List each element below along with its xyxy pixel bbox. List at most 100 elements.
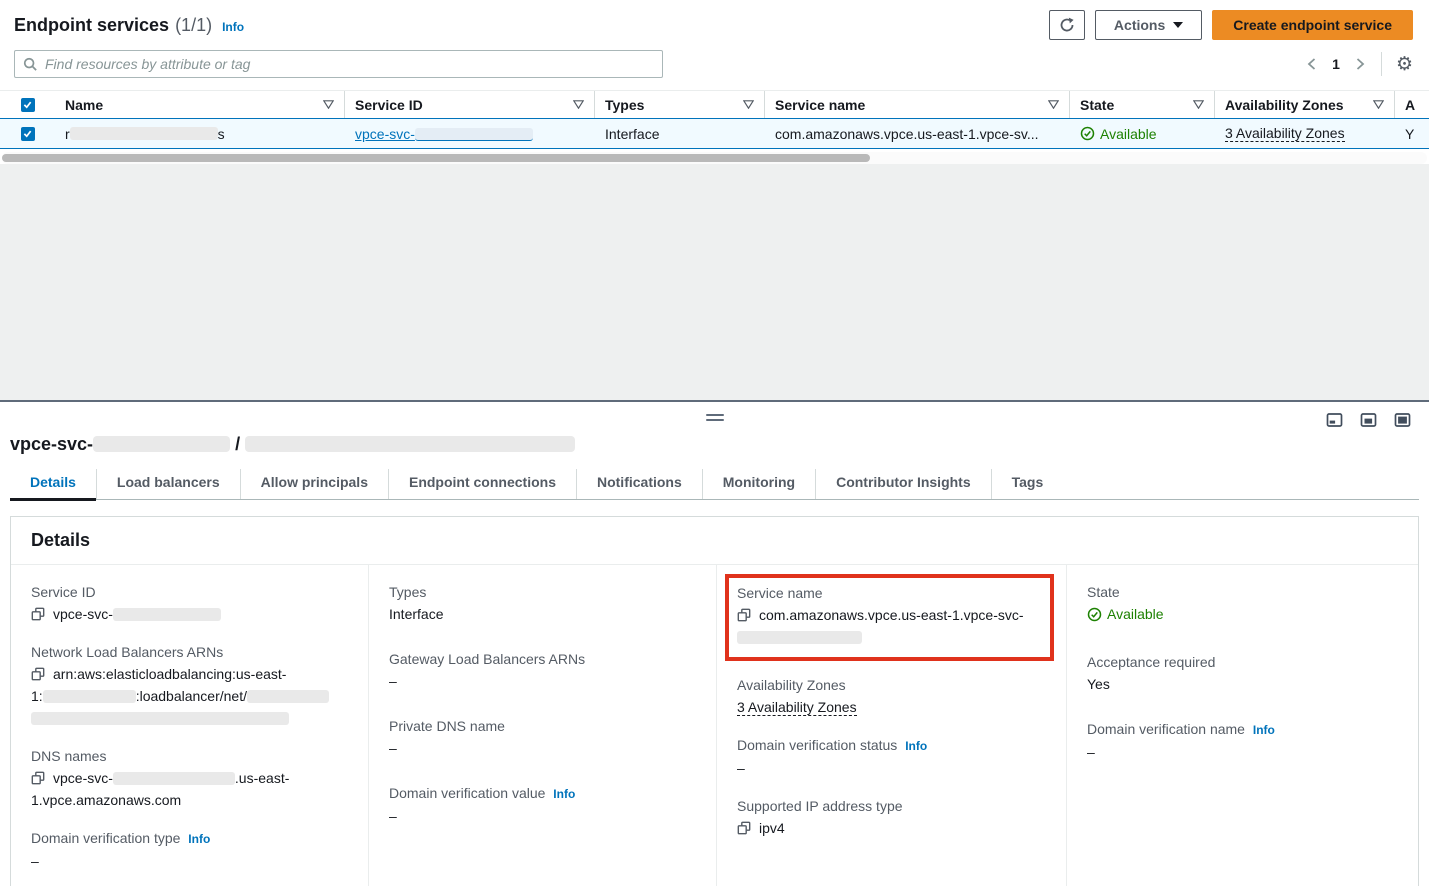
filter-icon[interactable] xyxy=(743,100,754,109)
row-checkbox[interactable] xyxy=(21,127,35,141)
field-value: – xyxy=(737,757,1046,779)
tab-load-balancers[interactable]: Load balancers xyxy=(96,469,240,499)
field-value: vpce-svc- xyxy=(53,606,113,622)
info-link[interactable]: Info xyxy=(553,787,575,801)
field-value: vpce-svc- xyxy=(53,770,113,786)
select-all-checkbox[interactable] xyxy=(21,98,35,112)
redacted-text xyxy=(70,127,218,140)
filter-icon[interactable] xyxy=(1193,100,1204,109)
details-card-body: Service ID vpce-svc- Network Load Balanc… xyxy=(11,565,1418,886)
cell-name: rs xyxy=(55,119,345,148)
table-header-row: Name Service ID Types Service name State… xyxy=(0,91,1429,118)
redacted-text xyxy=(113,608,221,621)
info-link[interactable]: Info xyxy=(188,832,210,846)
actions-button[interactable]: Actions xyxy=(1095,10,1202,40)
field-availability-zones: Availability Zones 3 Availability Zones xyxy=(737,675,1046,718)
info-link[interactable]: Info xyxy=(905,739,927,753)
tab-details[interactable]: Details xyxy=(10,469,96,499)
search-input[interactable] xyxy=(45,56,654,72)
filter-icon[interactable] xyxy=(323,100,334,109)
field-label: DNS names xyxy=(31,746,348,767)
page-title-group: Endpoint services (1/1) Info xyxy=(14,15,244,36)
panel-position-full-icon[interactable] xyxy=(1394,412,1411,428)
field-value: – xyxy=(31,850,348,872)
state-text: Available xyxy=(1100,126,1157,142)
title-info-link[interactable]: Info xyxy=(222,20,244,34)
pagination: 1 ⚙ xyxy=(1305,52,1413,76)
tab-notifications[interactable]: Notifications xyxy=(576,469,702,499)
tab-allow-principals[interactable]: Allow principals xyxy=(240,469,388,499)
column-label: Name xyxy=(65,97,103,113)
field-value: – xyxy=(389,737,696,759)
horizontal-scrollbar xyxy=(2,152,1427,164)
cell-state: Available xyxy=(1070,119,1215,148)
field-value: ipv4 xyxy=(759,820,785,836)
refresh-button[interactable] xyxy=(1049,10,1085,40)
panel-title: vpce-svc- / xyxy=(10,434,1419,455)
field-supported-ip-address-type: Supported IP address type ipv4 xyxy=(737,796,1046,839)
copy-icon[interactable] xyxy=(737,608,751,622)
filter-icon[interactable] xyxy=(1048,100,1059,109)
copy-icon[interactable] xyxy=(31,607,45,621)
column-header-acceptance[interactable]: A xyxy=(1395,91,1429,118)
select-all-cell xyxy=(0,91,55,118)
redacted-text xyxy=(43,690,136,703)
column-header-state[interactable]: State xyxy=(1070,91,1215,118)
redacted-text xyxy=(93,436,230,452)
filter-icon[interactable] xyxy=(1373,100,1384,109)
column-header-service-name[interactable]: Service name xyxy=(765,91,1070,118)
field-value: – xyxy=(1087,741,1398,763)
filter-icon[interactable] xyxy=(573,100,584,109)
previous-page-button[interactable] xyxy=(1305,56,1318,72)
panel-position-half-icon[interactable] xyxy=(1360,412,1377,428)
field-value: com.amazonaws.vpce.us-east-1.vpce-svc- xyxy=(759,607,1024,623)
column-label: Service name xyxy=(775,97,865,113)
status-available-icon xyxy=(1080,126,1095,141)
tab-contributor-insights[interactable]: Contributor Insights xyxy=(815,469,991,499)
field-value: 1.vpce.amazonaws.com xyxy=(31,792,181,808)
current-page-number[interactable]: 1 xyxy=(1328,56,1344,72)
actions-button-label: Actions xyxy=(1114,17,1165,33)
cell-availability-zones: 3 Availability Zones xyxy=(1215,119,1395,148)
name-fragment: s xyxy=(218,126,225,142)
next-page-button[interactable] xyxy=(1354,56,1367,72)
column-header-name[interactable]: Name xyxy=(55,91,345,118)
info-link[interactable]: Info xyxy=(1253,723,1275,737)
column-header-availability-zones[interactable]: Availability Zones xyxy=(1215,91,1395,118)
field-label: Service ID xyxy=(31,582,348,603)
table-row[interactable]: rs vpce-svc- Interface com.amazonaws.vpc… xyxy=(0,118,1429,149)
availability-zones-tooltip-trigger[interactable]: 3 Availability Zones xyxy=(1225,125,1345,142)
column-header-service-id[interactable]: Service ID xyxy=(345,91,595,118)
tab-tags[interactable]: Tags xyxy=(991,469,1064,499)
create-endpoint-service-button[interactable]: Create endpoint service xyxy=(1212,10,1413,40)
field-label: Gateway Load Balancers ARNs xyxy=(389,649,696,670)
column-header-types[interactable]: Types xyxy=(595,91,765,118)
availability-zones-tooltip-trigger[interactable]: 3 Availability Zones xyxy=(737,699,857,716)
field-label: Domain verification status xyxy=(737,737,897,753)
panel-resize-handle[interactable] xyxy=(706,414,724,424)
copy-icon[interactable] xyxy=(31,771,45,785)
field-label: Acceptance required xyxy=(1087,652,1398,673)
preferences-gear-icon[interactable]: ⚙ xyxy=(1396,55,1413,74)
field-value: – xyxy=(389,805,696,827)
service-id-link[interactable]: vpce-svc- xyxy=(355,126,533,142)
tab-endpoint-connections[interactable]: Endpoint connections xyxy=(388,469,576,499)
field-service-name: Service name com.amazonaws.vpce.us-east-… xyxy=(737,583,1042,648)
field-value: .us-east- xyxy=(235,770,289,786)
field-service-id: Service ID vpce-svc- xyxy=(31,582,348,625)
scrollbar-thumb[interactable] xyxy=(2,154,870,162)
field-domain-verification-value: Domain verification value Info – xyxy=(389,783,696,827)
field-label: Availability Zones xyxy=(737,675,1046,696)
tab-monitoring[interactable]: Monitoring xyxy=(702,469,815,499)
page-title: Endpoint services xyxy=(14,15,169,36)
copy-icon[interactable] xyxy=(737,821,751,835)
field-label: Domain verification name xyxy=(1087,721,1245,737)
name-fragment: r xyxy=(65,126,70,142)
chevron-right-icon xyxy=(1356,58,1365,70)
page-header: Endpoint services (1/1) Info Actions Cre… xyxy=(0,0,1429,46)
search-box xyxy=(14,50,663,78)
field-domain-verification-status: Domain verification status Info – xyxy=(737,735,1046,779)
details-column-2: Types Interface Gateway Load Balancers A… xyxy=(368,565,716,886)
panel-position-bottom-icon[interactable] xyxy=(1326,412,1343,428)
copy-icon[interactable] xyxy=(31,667,45,681)
